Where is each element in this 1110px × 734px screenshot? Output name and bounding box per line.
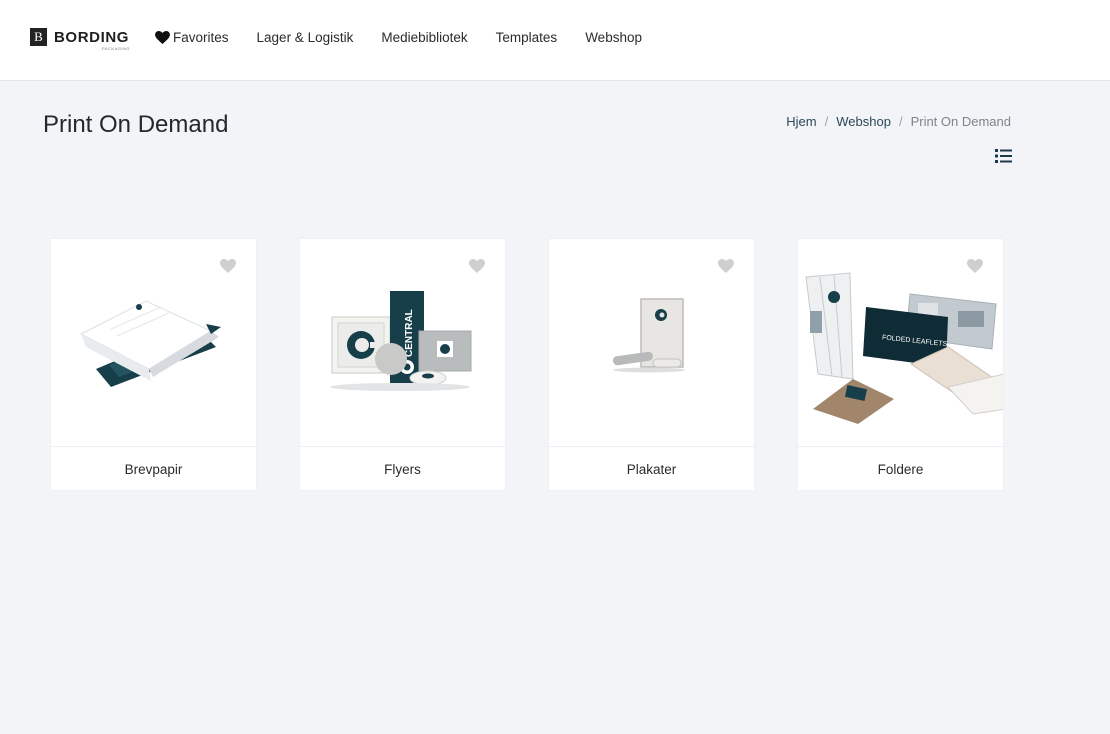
product-card-plakater[interactable]: Plakater xyxy=(548,238,755,491)
heart-icon[interactable] xyxy=(718,259,734,273)
logo-tagline: PACKAGING xyxy=(102,46,130,51)
nav-item-lager-logistik[interactable]: Lager & Logistik xyxy=(257,30,354,45)
top-navigation-bar: B BORDING PACKAGING Favorites Lager & Lo… xyxy=(0,0,1110,81)
nav-item-favorites[interactable]: Favorites xyxy=(155,30,229,45)
product-card-foldere[interactable]: FOLDED LEAFLETS Foldere xyxy=(797,238,1004,491)
logo-text: BORDING xyxy=(54,28,130,46)
product-name: Foldere xyxy=(798,446,1003,491)
heart-icon[interactable] xyxy=(469,259,485,273)
breadcrumb-current: Print On Demand xyxy=(910,114,1011,129)
main-nav: Favorites Lager & Logistik Mediebibliote… xyxy=(155,30,670,45)
product-card-flyers[interactable]: CENTRAL Flyers xyxy=(299,238,506,491)
list-view-icon[interactable] xyxy=(995,149,1012,163)
breadcrumb-webshop[interactable]: Webshop xyxy=(836,114,891,129)
heart-icon[interactable] xyxy=(967,259,983,273)
product-name: Brevpapir xyxy=(51,446,256,491)
product-name: Flyers xyxy=(300,446,505,491)
nav-item-mediebibliotek[interactable]: Mediebibliotek xyxy=(381,30,467,45)
heart-icon xyxy=(155,31,170,44)
page-title: Print On Demand xyxy=(43,111,229,138)
nav-item-templates[interactable]: Templates xyxy=(496,30,558,45)
breadcrumb-separator: / xyxy=(898,114,903,129)
nav-item-webshop[interactable]: Webshop xyxy=(585,30,642,45)
bording-logo[interactable]: B BORDING PACKAGING xyxy=(30,28,130,51)
logo-mark: B xyxy=(30,28,47,46)
breadcrumb-home[interactable]: Hjem xyxy=(786,114,816,129)
heart-icon[interactable] xyxy=(220,259,236,273)
product-name: Plakater xyxy=(549,446,754,491)
breadcrumb-separator: / xyxy=(824,114,829,129)
flyers-brand-text: CENTRAL xyxy=(404,309,415,357)
nav-item-label: Favorites xyxy=(173,30,229,45)
breadcrumb: Hjem / Webshop / Print On Demand xyxy=(786,114,1011,129)
product-card-brevpapir[interactable]: Brevpapir xyxy=(50,238,257,491)
